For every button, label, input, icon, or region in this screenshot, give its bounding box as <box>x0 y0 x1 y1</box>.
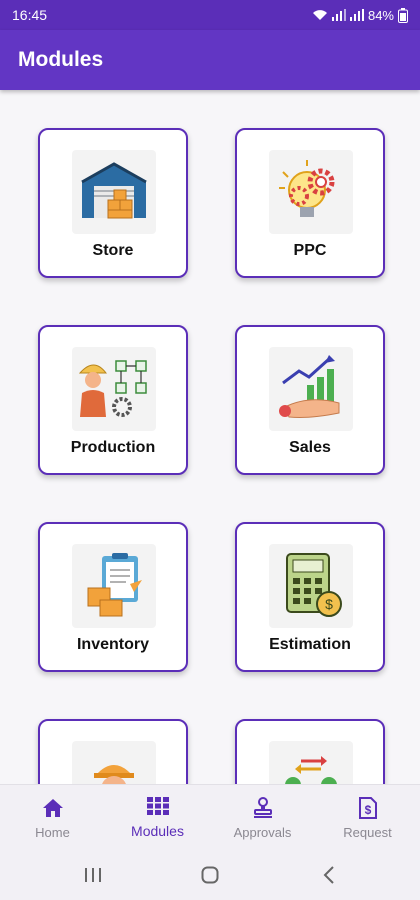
calculator-dollar-icon: $ <box>269 544 353 628</box>
battery-icon <box>398 7 408 23</box>
module-card-ppc[interactable]: PPC <box>235 128 385 278</box>
dollar-document-icon: $ <box>315 797 420 819</box>
module-card-store[interactable]: Store <box>38 128 188 278</box>
worker-flowchart-icon <box>72 347 156 431</box>
module-label: Inventory <box>76 636 149 653</box>
module-label: Store <box>92 242 134 259</box>
svg-text:$: $ <box>364 803 371 817</box>
module-card-production[interactable]: Production <box>38 325 188 475</box>
home-system-button[interactable] <box>198 864 222 886</box>
grid-icon <box>105 797 210 819</box>
status-bar: 16:45 84% <box>0 0 420 30</box>
nav-label: Home <box>35 825 70 840</box>
module-label: Sales <box>289 439 331 456</box>
worker-helmet-icon <box>72 741 156 784</box>
back-button[interactable] <box>318 864 340 886</box>
clipboard-boxes-icon <box>72 544 156 628</box>
module-label: Estimation <box>269 636 351 653</box>
nav-modules[interactable]: Modules <box>105 785 210 851</box>
nav-request[interactable]: $ Request <box>315 785 420 851</box>
nav-home[interactable]: Home <box>0 785 105 851</box>
hand-growth-chart-icon <box>269 347 353 431</box>
module-card-sales[interactable]: Sales <box>235 325 385 475</box>
system-navigation-bar <box>0 850 420 900</box>
home-icon <box>0 797 105 819</box>
nav-approvals[interactable]: Approvals <box>210 785 315 851</box>
recents-button[interactable] <box>82 864 104 886</box>
nav-label: Modules <box>131 823 184 839</box>
warehouse-icon <box>72 150 156 234</box>
module-card-7[interactable] <box>38 719 188 784</box>
app-bar: Modules <box>0 30 420 90</box>
bottom-navigation: Home Modules Approvals $ Request <box>0 784 420 851</box>
nav-label: Request <box>343 825 392 840</box>
lightbulb-gears-icon <box>269 150 353 234</box>
nav-label: Approvals <box>233 825 292 840</box>
battery-percent: 84% <box>367 7 394 23</box>
module-card-8[interactable] <box>235 719 385 784</box>
signal-icon <box>331 9 346 21</box>
stamp-icon <box>210 797 315 819</box>
module-label: PPC <box>293 242 327 259</box>
svg-text:$: $ <box>325 596 333 612</box>
modules-grid[interactable]: Store PPC Production Sales Inventory $ E… <box>0 90 420 784</box>
home-circle-icon <box>201 866 219 884</box>
people-exchange-icon <box>269 741 353 784</box>
signal-icon-2 <box>349 9 364 21</box>
wifi-icon <box>312 10 327 20</box>
recents-icon <box>85 868 101 882</box>
module-card-inventory[interactable]: Inventory <box>38 522 188 672</box>
status-icons: 84% <box>312 7 408 23</box>
page-title: Modules <box>18 48 104 71</box>
module-card-estimation[interactable]: $ Estimation <box>235 522 385 672</box>
status-time: 16:45 <box>12 7 48 23</box>
back-chevron-icon <box>323 866 334 884</box>
module-label: Production <box>70 439 156 456</box>
